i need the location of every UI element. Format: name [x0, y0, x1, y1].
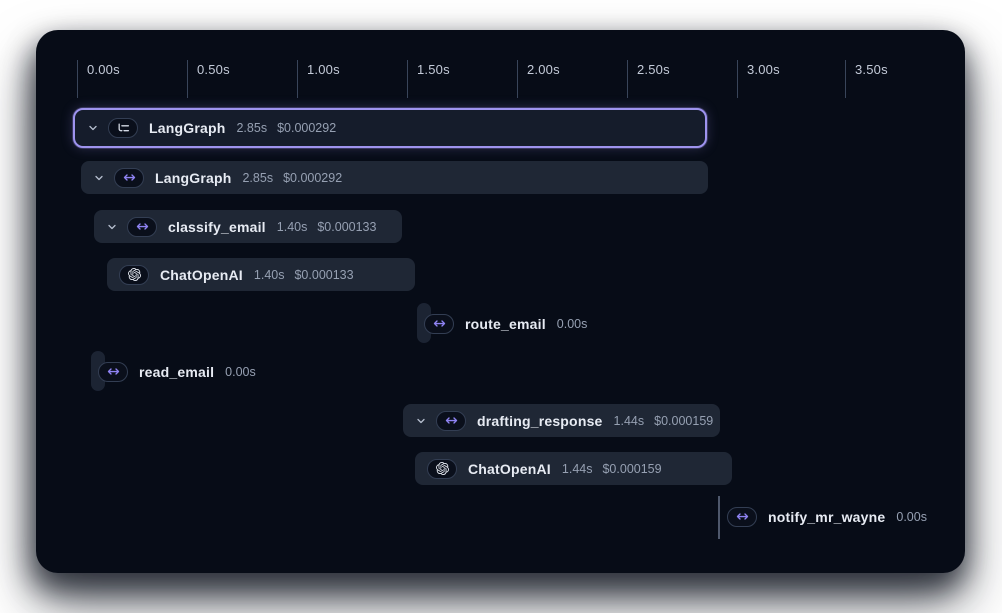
span-cost: $0.000159 [654, 414, 713, 428]
span-row[interactable]: route_email 0.00s [424, 307, 587, 340]
ruler-tick [187, 60, 188, 98]
span-cost: $0.000133 [294, 268, 353, 282]
ruler-tick [737, 60, 738, 98]
span-row[interactable]: drafting_response 1.44s $0.000159 [403, 404, 720, 437]
span-duration: 1.44s [614, 414, 645, 428]
span-name: LangGraph [155, 170, 231, 186]
span-cost: $0.000292 [277, 121, 336, 135]
double-arrow-icon [727, 507, 757, 527]
trace-waterfall-view: 0.00s 0.50s 1.00s 1.50s 2.00s 2.50s 3.00… [0, 0, 1002, 613]
chevron-down-icon[interactable] [106, 221, 118, 233]
span-row[interactable]: read_email 0.00s [98, 355, 256, 388]
ruler-tick [77, 60, 78, 98]
ruler-tick-label: 1.50s [417, 62, 450, 77]
span-duration: 0.00s [557, 317, 588, 331]
span-cost: $0.000133 [317, 220, 376, 234]
span-row[interactable]: notify_mr_wayne 0.00s [727, 500, 927, 533]
span-row[interactable]: ChatOpenAI 1.40s $0.000133 [107, 258, 415, 291]
span-duration: 2.85s [236, 121, 267, 135]
ruler-tick [407, 60, 408, 98]
span-row[interactable]: LangGraph 2.85s $0.000292 [73, 108, 707, 148]
double-arrow-icon [436, 411, 466, 431]
ruler-tick-label: 3.00s [747, 62, 780, 77]
span-duration: 0.00s [896, 510, 927, 524]
chevron-down-icon[interactable] [415, 415, 427, 427]
span-row[interactable]: ChatOpenAI 1.44s $0.000159 [415, 452, 732, 485]
double-arrow-icon [98, 362, 128, 382]
span-name: classify_email [168, 219, 266, 235]
span-name: read_email [139, 364, 214, 380]
span-duration: 1.44s [562, 462, 593, 476]
ruler-tick-label: 0.00s [87, 62, 120, 77]
chevron-down-icon[interactable] [87, 122, 99, 134]
span-bar-hairline[interactable] [718, 496, 720, 539]
span-cost: $0.000159 [602, 462, 661, 476]
openai-icon [427, 459, 457, 479]
ruler-tick-label: 2.00s [527, 62, 560, 77]
list-tree-icon [108, 118, 138, 138]
ruler-tick-label: 2.50s [637, 62, 670, 77]
span-cost: $0.000292 [283, 171, 342, 185]
openai-icon [119, 265, 149, 285]
span-row[interactable]: LangGraph 2.85s $0.000292 [81, 161, 708, 194]
ruler-tick [517, 60, 518, 98]
span-duration: 1.40s [277, 220, 308, 234]
ruler-tick-label: 3.50s [855, 62, 888, 77]
span-duration: 0.00s [225, 365, 256, 379]
ruler-tick [297, 60, 298, 98]
chevron-down-icon[interactable] [93, 172, 105, 184]
span-name: notify_mr_wayne [768, 509, 885, 525]
ruler-tick [627, 60, 628, 98]
ruler-tick-label: 0.50s [197, 62, 230, 77]
span-row[interactable]: classify_email 1.40s $0.000133 [94, 210, 402, 243]
double-arrow-icon [114, 168, 144, 188]
trace-panel: 0.00s 0.50s 1.00s 1.50s 2.00s 2.50s 3.00… [36, 30, 965, 573]
double-arrow-icon [424, 314, 454, 334]
span-duration: 1.40s [254, 268, 285, 282]
span-name: ChatOpenAI [468, 461, 551, 477]
span-name: drafting_response [477, 413, 603, 429]
span-name: ChatOpenAI [160, 267, 243, 283]
double-arrow-icon [127, 217, 157, 237]
ruler-tick-label: 1.00s [307, 62, 340, 77]
span-name: route_email [465, 316, 546, 332]
span-duration: 2.85s [242, 171, 273, 185]
ruler-tick [845, 60, 846, 98]
span-name: LangGraph [149, 120, 225, 136]
